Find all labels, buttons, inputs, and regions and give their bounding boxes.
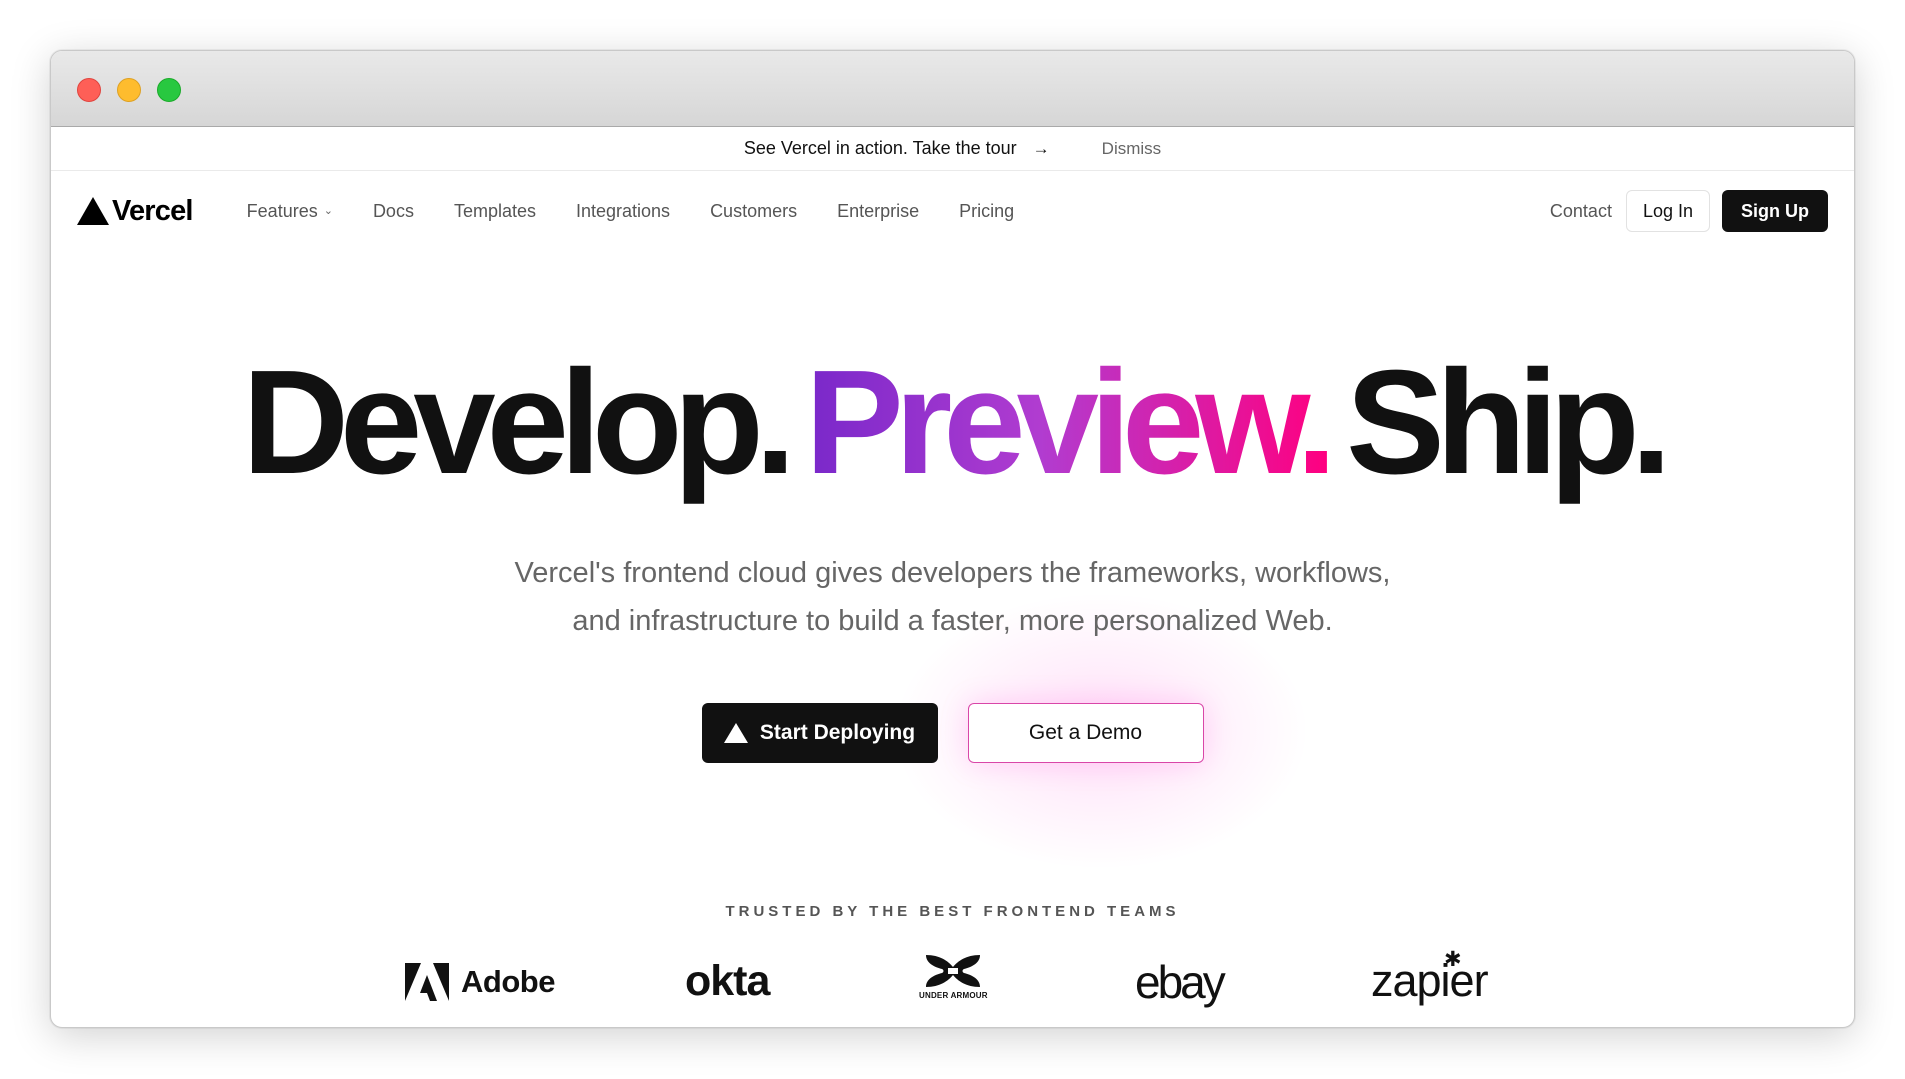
contact-link[interactable]: Contact [1550,201,1612,222]
trusted-label: TRUSTED BY THE BEST FRONTEND TEAMS [725,903,1180,920]
headline-ship: Ship. [1346,340,1672,505]
nav-actions: Contact Log In Sign Up [1550,190,1828,232]
chevron-down-icon: ⌄ [323,204,333,217]
tour-link-text: See Vercel in action. Take the tour [743,138,1017,158]
headline-develop: Develop. [242,340,796,505]
ebay-logo: ebay [1135,956,1226,1008]
nav-links: Features ⌄ Docs Templates Integrations C… [247,201,1055,222]
hero-headline: Develop. Preview. Ship. [51,349,1854,497]
start-deploying-button[interactable]: Start Deploying [701,703,938,763]
arrow-right-icon: → [1032,138,1050,158]
hero-section: Develop. Preview. Ship. Vercel's frontend … [51,251,1854,1009]
nav-item-docs[interactable]: Docs [373,201,414,222]
vercel-triangle-icon [77,197,109,225]
zapier-logo: ✱ zapier [1371,949,1489,1007]
nav-item-customers[interactable]: Customers [710,201,797,222]
zapier-asterisk-icon: ✱ [1444,948,1462,971]
nav-item-enterprise[interactable]: Enterprise [837,201,919,222]
vercel-triangle-icon [723,723,748,743]
hero-subtitle: Vercel's frontend cloud gives developers… [51,549,1854,645]
nav-item-features[interactable]: Features ⌄ [247,201,333,222]
adobe-icon [405,963,449,1001]
title-bar [51,51,1854,127]
start-deploying-label: Start Deploying [759,721,916,744]
close-window-button[interactable] [77,78,101,102]
announcement-banner: See Vercel in action. Take the tour → Di… [51,127,1854,171]
browser-window: See Vercel in action. Take the tour → Di… [50,50,1855,1028]
nav-item-label: Features [246,200,318,221]
zoom-window-button[interactable] [157,78,181,102]
main-nav: Vercel Features ⌄ Docs Templates Integra… [51,171,1854,251]
under-armour-icon [926,955,981,987]
under-armour-wordmark: UNDER ARMOUR [919,991,988,1000]
headline-preview: Preview. [804,340,1337,505]
signup-button[interactable]: Sign Up [1722,190,1828,232]
adobe-wordmark: Adobe [461,964,555,999]
dismiss-button[interactable]: Dismiss [1102,139,1162,159]
get-demo-button[interactable]: Get a Demo [967,703,1204,763]
login-button[interactable]: Log In [1625,190,1710,232]
under-armour-logo: UNDER ARMOUR [919,953,988,1000]
customer-logos: Adobe okta UNDER ARMOUR ebay ✱ zapier [51,949,1854,1011]
subtitle-line-2: and infrastructure to build a faster, mo… [572,605,1333,637]
nav-item-integrations[interactable]: Integrations [576,201,670,222]
cta-group: Start Deploying Get a Demo [51,703,1854,763]
minimize-window-button[interactable] [117,78,141,102]
zapier-wordmark: zapier [1371,955,1489,1006]
subtitle-line-1: Vercel's frontend cloud gives developers… [514,557,1391,589]
okta-logo: okta [685,957,770,1005]
adobe-logo: Adobe [405,963,555,1001]
nav-item-pricing[interactable]: Pricing [959,201,1014,222]
logo-text: Vercel [112,194,193,227]
tour-link[interactable]: See Vercel in action. Take the tour → [744,138,1050,159]
nav-item-templates[interactable]: Templates [454,201,536,222]
vercel-logo[interactable]: Vercel [77,195,193,228]
